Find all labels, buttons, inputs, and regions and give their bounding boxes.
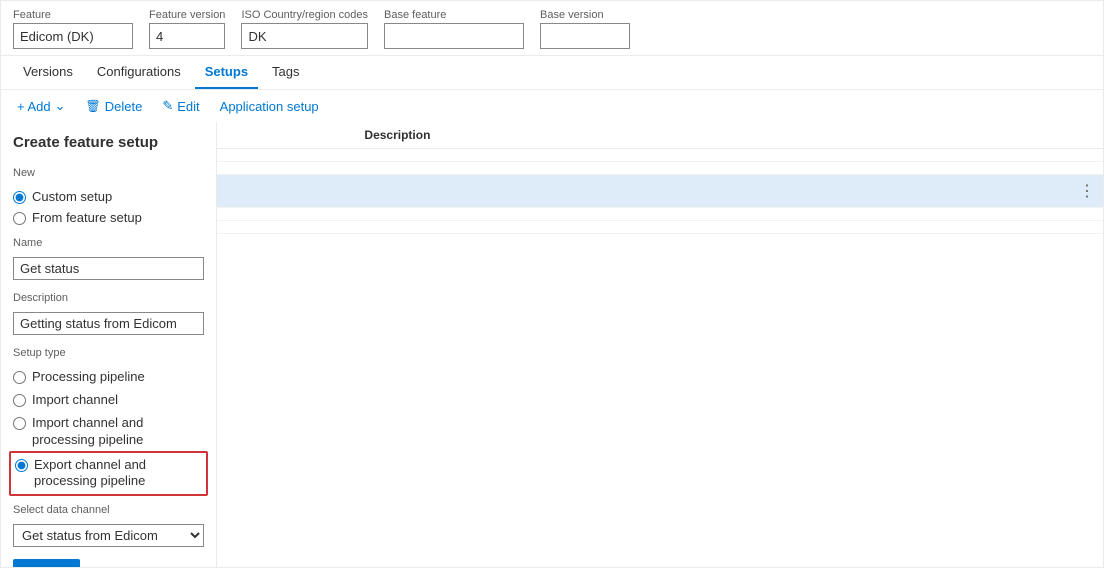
table-row[interactable]: ⋮ — [217, 175, 1103, 208]
export-channel-processing-label: Export channel and processing pipeline — [34, 457, 202, 491]
row-name — [217, 221, 356, 234]
new-section-label: New — [13, 167, 204, 179]
col-actions-header — [1071, 122, 1103, 149]
create-feature-setup-panel: Create feature setup New Custom setup Fr… — [1, 122, 217, 567]
edit-icon: ✎ — [162, 98, 173, 114]
select-channel-label: Select data channel — [13, 504, 204, 516]
iso-group: ISO Country/region codes DK — [241, 9, 368, 49]
edit-label: Edit — [177, 99, 199, 114]
app-setup-label: Application setup — [220, 99, 319, 114]
base-feature-value — [384, 23, 524, 49]
top-bar: Feature Edicom (DK) Feature version 4 IS… — [1, 1, 1103, 56]
setups-table-panel: Description — [217, 122, 1103, 567]
row-actions: ⋮ — [1071, 175, 1103, 208]
panel-title: Create feature setup — [13, 134, 204, 151]
description-label: Description — [13, 292, 204, 304]
name-label: Name — [13, 237, 204, 249]
custom-setup-label: Custom setup — [32, 189, 112, 204]
import-channel-processing-label: Import channel and processing pipeline — [32, 415, 204, 449]
feature-version-group: Feature version 4 — [149, 9, 225, 49]
export-channel-highlighted-box: Export channel and processing pipeline — [9, 451, 208, 497]
feature-version-value: 4 — [149, 23, 225, 49]
content-area: Create feature setup New Custom setup Fr… — [1, 122, 1103, 567]
import-channel-processing-option[interactable]: Import channel and processing pipeline — [13, 415, 204, 449]
row-description — [356, 162, 1071, 175]
processing-pipeline-label: Processing pipeline — [32, 369, 145, 386]
row-name — [217, 149, 356, 162]
table-header-row: Description — [217, 122, 1103, 149]
from-feature-setup-option[interactable]: From feature setup — [13, 210, 204, 225]
tab-versions[interactable]: Versions — [13, 56, 83, 89]
import-channel-processing-radio[interactable] — [13, 417, 26, 430]
feature-label: Feature — [13, 9, 133, 21]
import-channel-label: Import channel — [32, 392, 118, 409]
base-feature-group: Base feature — [384, 9, 524, 49]
edit-button[interactable]: ✎ Edit — [158, 96, 203, 116]
more-actions-icon[interactable]: ⋮ — [1079, 183, 1095, 200]
base-version-group: Base version — [540, 9, 630, 49]
export-channel-processing-option[interactable]: Export channel and processing pipeline — [15, 457, 202, 491]
new-options-group: Custom setup From feature setup — [13, 189, 204, 225]
toolbar: + Add ⌄ 🗑 Delete ✎ Edit Application setu… — [1, 90, 1103, 122]
row-name — [217, 208, 356, 221]
select-channel-dropdown[interactable]: Get status from Edicom — [13, 524, 204, 547]
row-description — [356, 208, 1071, 221]
delete-button[interactable]: 🗑 Delete — [82, 97, 147, 116]
add-label: + Add — [17, 99, 51, 114]
custom-setup-radio[interactable] — [13, 191, 26, 204]
processing-pipeline-radio[interactable] — [13, 371, 26, 384]
row-actions — [1071, 149, 1103, 162]
add-button[interactable]: + Add ⌄ — [13, 96, 70, 116]
row-name — [217, 175, 356, 208]
col-name-header — [217, 122, 356, 149]
import-channel-radio[interactable] — [13, 394, 26, 407]
name-input[interactable] — [13, 257, 204, 280]
from-feature-setup-label: From feature setup — [32, 210, 142, 225]
col-description-header: Description — [356, 122, 1071, 149]
setup-type-group: Processing pipeline Import channel Impor… — [13, 369, 204, 492]
setup-type-label: Setup type — [13, 347, 204, 359]
row-description — [356, 221, 1071, 234]
row-actions — [1071, 221, 1103, 234]
custom-setup-option[interactable]: Custom setup — [13, 189, 204, 204]
table-row[interactable] — [217, 208, 1103, 221]
base-version-label: Base version — [540, 9, 630, 21]
table-row[interactable] — [217, 162, 1103, 175]
chevron-down-icon: ⌄ — [55, 98, 66, 114]
row-actions — [1071, 162, 1103, 175]
iso-label: ISO Country/region codes — [241, 9, 368, 21]
export-channel-processing-radio[interactable] — [15, 459, 28, 472]
row-name — [217, 162, 356, 175]
base-version-value — [540, 23, 630, 49]
processing-pipeline-option[interactable]: Processing pipeline — [13, 369, 204, 386]
base-feature-label: Base feature — [384, 9, 524, 21]
row-description — [356, 175, 1071, 208]
create-button[interactable]: Create — [13, 559, 80, 567]
feature-group: Feature Edicom (DK) — [13, 9, 133, 49]
delete-icon: 🗑 — [86, 99, 101, 113]
from-feature-setup-radio[interactable] — [13, 212, 26, 225]
import-channel-option[interactable]: Import channel — [13, 392, 204, 409]
tab-setups[interactable]: Setups — [195, 56, 258, 89]
feature-value: Edicom (DK) — [13, 23, 133, 49]
tab-tags[interactable]: Tags — [262, 56, 309, 89]
iso-value: DK — [241, 23, 368, 49]
delete-label: Delete — [105, 99, 143, 114]
app-setup-button[interactable]: Application setup — [216, 97, 323, 116]
tab-configurations[interactable]: Configurations — [87, 56, 191, 89]
table-row[interactable] — [217, 149, 1103, 162]
table-row[interactable] — [217, 221, 1103, 234]
tabs-bar: Versions Configurations Setups Tags — [1, 56, 1103, 90]
description-input[interactable] — [13, 312, 204, 335]
feature-version-label: Feature version — [149, 9, 225, 21]
setups-table: Description — [217, 122, 1103, 234]
row-actions — [1071, 208, 1103, 221]
row-description — [356, 149, 1071, 162]
